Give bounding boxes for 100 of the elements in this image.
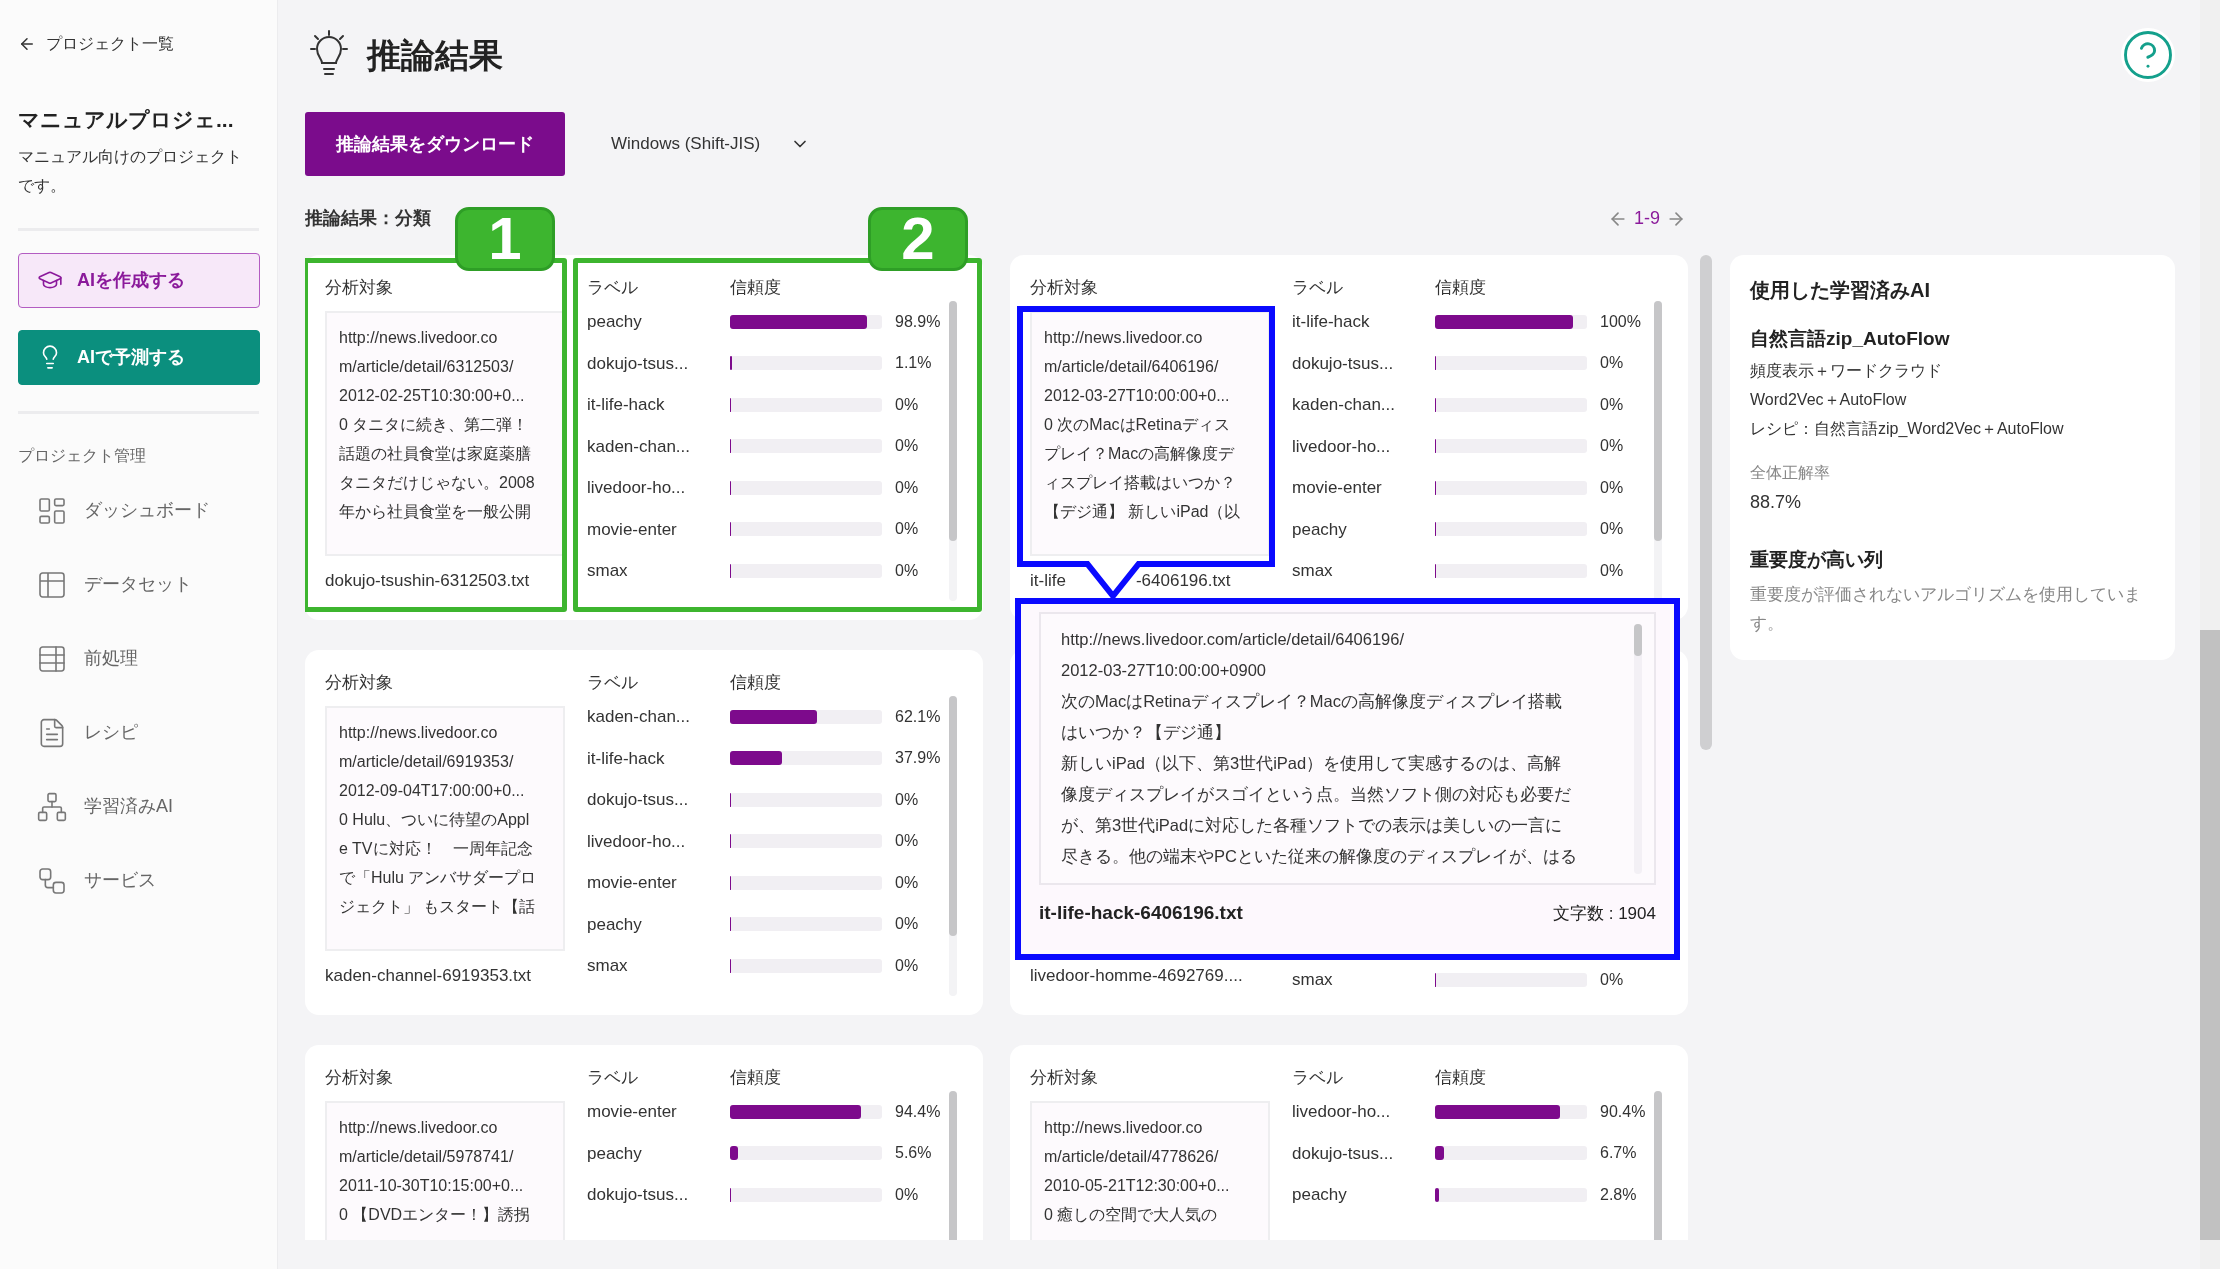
importance-title: 重要度が高い列 [1750, 547, 1884, 572]
nav-item[interactable]: サービス [18, 843, 259, 918]
label-name: peachy [587, 1142, 643, 1165]
label-name: it-life-hack [587, 394, 666, 416]
confidence-value: 0% [895, 789, 919, 810]
label-name: smax [587, 560, 629, 582]
confidence-value: 0% [895, 560, 919, 581]
label-name: smax [587, 955, 629, 977]
accuracy-value: 88.7% [1750, 490, 1803, 514]
project-title: マニュアルプロジェ... [18, 107, 235, 133]
action-button[interactable]: AIを作成する [18, 252, 260, 308]
network-icon [36, 790, 68, 823]
confidence-value: 0% [895, 477, 919, 498]
label-name: livedoor-ho... [1292, 435, 1392, 458]
confidence-value: 94.4% [895, 1101, 941, 1122]
column-header: 信頼度 [730, 277, 781, 299]
confidence-value: 0% [895, 831, 919, 852]
label-name: dokujo-tsus... [587, 1184, 690, 1206]
action-button[interactable]: AIで予測する [18, 329, 260, 385]
callout-number: 1 [455, 207, 555, 271]
nav-item[interactable]: 前処理 [18, 621, 259, 696]
confidence-value: 1.1% [895, 353, 932, 374]
model-detail: Word2Vec＋AutoFlow [1750, 389, 1908, 410]
encoding-select[interactable]: Windows (Shift-JIS) [611, 131, 811, 157]
column-header: 信頼度 [730, 672, 781, 694]
confidence-value: 0% [895, 872, 919, 893]
column-header: ラベル [587, 1067, 639, 1089]
label-name: livedoor-ho... [587, 830, 687, 853]
label-name: movie-enter [587, 518, 678, 541]
confidence-value: 0% [1600, 519, 1624, 540]
section-title: プロジェクト管理 [18, 445, 147, 466]
column-header: ラベル [1292, 277, 1344, 299]
article-text: http://news.livedoor.co m/article/detail/5978741/ 2011-10-30T10:15:00+0... 0 【DVDエンター！】誘拐 [339, 1118, 532, 1225]
confidence-value: 0% [1600, 394, 1624, 415]
confidence-value: 90.4% [1600, 1101, 1646, 1122]
confidence-value: 0% [895, 394, 919, 415]
column-header: 分析対象 [325, 1067, 394, 1089]
label-name: dokujo-tsus... [1292, 352, 1395, 375]
model-detail: 頻度表示＋ワードクラウド [1750, 360, 1943, 381]
article-text: http://news.livedoor.co m/article/detail/6919353/ 2012-09-04T17:00:00+0... 0 Hulu、ついに待望のAppl e TVに対応！ 一周年記念 で「Hulu アンバサダープロ ジェクト」 もスタート【話 [339, 723, 538, 917]
file-name: it-life [1030, 570, 1066, 592]
label-name: kaden-chan... [587, 706, 691, 728]
label-name: movie-enter [587, 872, 678, 894]
nav-item[interactable]: 学習済みAI [18, 769, 259, 844]
preview-file-name: it-life-hack-6406196.txt [1039, 901, 1243, 925]
download-button[interactable]: 推論結果をダウンロード [305, 112, 565, 176]
label-name: dokujo-tsus... [587, 789, 690, 811]
label-name: it-life-hack [587, 747, 666, 770]
confidence-value: 0% [1600, 436, 1624, 457]
file-name: dokujo-tsushin-6312503.txt [325, 570, 531, 592]
file-name: kaden-channel-6919353.txt [325, 965, 533, 987]
callout-number: 2 [868, 207, 968, 271]
confidence-value: 62.1% [895, 706, 941, 727]
label-name: dokujo-tsus... [587, 352, 690, 375]
back-link[interactable]: プロジェクト一覧 [18, 32, 259, 56]
column-header: 分析対象 [325, 672, 394, 694]
model-detail: レシピ：自然言語zip_Word2Vec＋AutoFlow [1750, 418, 2065, 439]
file-name: livedoor-homme-4692769.... [1030, 965, 1244, 987]
confidence-value: 0% [895, 955, 919, 976]
confidence-value: 0% [895, 914, 919, 935]
label-name: smax [1292, 969, 1334, 991]
page-range: 1-9 [1634, 207, 1660, 230]
column-header: 信頼度 [1435, 1067, 1486, 1089]
label-name: peachy [1292, 1184, 1348, 1206]
confidence-value: 2.8% [1600, 1184, 1637, 1205]
importance-note: 重要度が評価されないアルゴリズムを使用しています。 [1750, 584, 2142, 635]
model-name: 自然言語zip_AutoFlow [1750, 327, 1951, 351]
file-name: -6406196.txt [1135, 570, 1231, 592]
confidence-value: 0% [895, 519, 919, 540]
label-name: livedoor-ho... [587, 477, 687, 499]
confidence-value: 0% [1600, 560, 1624, 581]
confidence-value: 37.9% [895, 748, 941, 769]
nav-item[interactable]: ダッシュボード [18, 473, 259, 548]
column-header: 分析対象 [325, 277, 394, 299]
confidence-value: 0% [1600, 477, 1624, 498]
column-header: 分析対象 [1030, 1067, 1099, 1089]
label-name: smax [1292, 560, 1334, 582]
preview-text: http://news.livedoor.com/article/detail/6406196/ 2012-03-27T10:00:00+0900 次のMacはRetinaディスプレイ？Macの高解像度ディスプレイ搭載 はいつか？【デジ通】 新しいiPad（以下、第3世代iPad）を使用して実感するのは、高解 像度ディスプレイがスゴイという点。当然ソフト側の対応も必要だ が、第3世代iPadに対応した各種ソフトでの表示は美しいの一言に 尽きる。他の端末やPCといた従来の解像度のディスプレイが、はる [1061, 629, 1578, 867]
label-name: kaden-chan... [587, 435, 691, 458]
confidence-value: 0% [895, 1184, 919, 1205]
column-header: 分析対象 [1030, 277, 1099, 299]
confidence-value: 0% [1600, 969, 1624, 990]
confidence-value: 0% [1600, 353, 1624, 374]
confidence-value: 0% [895, 436, 919, 457]
accuracy-label: 全体正解率 [1750, 462, 1831, 483]
section-heading: 推論結果：分類 [305, 207, 431, 230]
page-title: 推論結果 [367, 34, 503, 76]
nav-item[interactable]: データセット [18, 547, 259, 622]
label-name: livedoor-ho... [1292, 1101, 1392, 1123]
label-name: peachy [587, 311, 643, 333]
panel-title: 使用した学習済みAI [1750, 278, 1931, 303]
confidence-value: 100% [1600, 311, 1641, 332]
character-count: 文字数 : 1904 [1553, 902, 1656, 925]
label-name: movie-enter [587, 1101, 678, 1123]
label-name: peachy [1292, 518, 1348, 541]
column-header: ラベル [1292, 1067, 1344, 1089]
label-name: dokujo-tsus... [1292, 1142, 1395, 1165]
project-description: マニュアル向けのプロジェクトです。 [18, 146, 243, 196]
article-text: http://news.livedoor.co m/article/detail/6406196/ 2012-03-27T10:00:00+0... 0 次のMacはRetinaディス プレイ？Macの高解像度デ ィスプレイ搭載はいつか？ 【デジ通】 新しいiPad（以 [1044, 328, 1242, 522]
nav-item[interactable]: レシピ [18, 695, 259, 770]
